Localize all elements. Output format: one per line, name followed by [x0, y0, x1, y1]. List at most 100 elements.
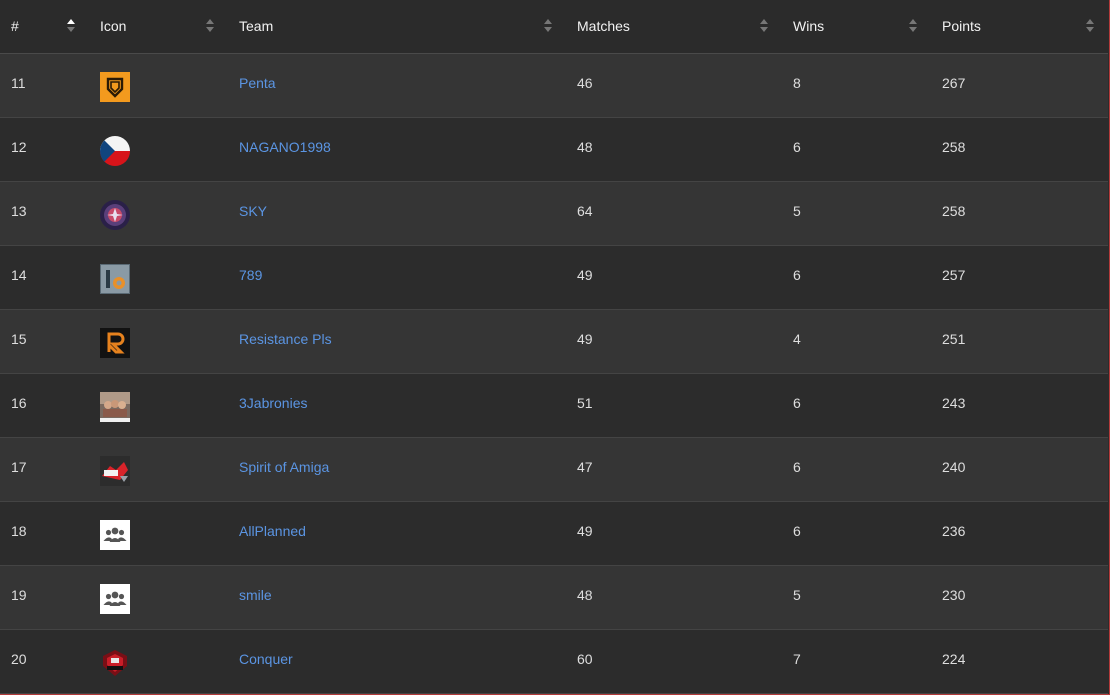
points-cell: 240 — [931, 437, 1108, 502]
team-cell: 789 — [228, 245, 566, 310]
points-cell: 224 — [931, 629, 1108, 694]
table-row: 13 SKY 64 5 258 — [0, 181, 1108, 246]
rank-cell: 17 — [0, 437, 89, 502]
matches-cell: 46 — [566, 53, 782, 118]
wins-cell: 6 — [782, 373, 931, 438]
rank-cell: 13 — [0, 181, 89, 246]
wins-cell: 7 — [782, 629, 931, 694]
table-row: 12 NAGANO1998 48 6 258 — [0, 117, 1108, 182]
column-header-label: # — [11, 18, 19, 35]
rank-cell: 16 — [0, 373, 89, 438]
wins-cell: 5 — [782, 565, 931, 630]
sort-icon[interactable] — [67, 19, 76, 33]
team-group-placeholder-icon — [100, 583, 130, 614]
column-header-label: Matches — [577, 18, 630, 35]
team-link[interactable]: Resistance Pls — [239, 331, 332, 347]
column-header-rank[interactable]: # — [0, 0, 89, 54]
team-link[interactable]: 3Jabronies — [239, 395, 308, 411]
sort-icon[interactable] — [544, 19, 553, 33]
icon-cell — [89, 373, 228, 438]
icon-cell — [89, 181, 228, 246]
column-header-icon[interactable]: Icon — [89, 0, 228, 54]
team-cell: 3Jabronies — [228, 373, 566, 438]
points-cell: 267 — [931, 53, 1108, 118]
team-group-placeholder-icon — [100, 519, 130, 550]
matches-cell: 48 — [566, 117, 782, 182]
column-header-label: Wins — [793, 18, 825, 35]
wins-cell: 6 — [782, 501, 931, 566]
column-header-label: Icon — [100, 18, 127, 35]
wins-cell: 5 — [782, 181, 931, 246]
matches-cell: 49 — [566, 501, 782, 566]
spirit-of-amiga-logo-icon — [100, 455, 130, 486]
points-cell: 258 — [931, 181, 1108, 246]
icon-cell — [89, 53, 228, 118]
matches-cell: 48 — [566, 565, 782, 630]
column-header-points[interactable]: Points — [931, 0, 1108, 54]
conquer-logo-icon — [100, 647, 130, 678]
matches-cell: 51 — [566, 373, 782, 438]
team-link[interactable]: Spirit of Amiga — [239, 459, 329, 475]
icon-cell — [89, 117, 228, 182]
team-cell: AllPlanned — [228, 501, 566, 566]
rank-cell: 20 — [0, 629, 89, 694]
points-cell: 257 — [931, 245, 1108, 310]
penta-logo-icon — [100, 71, 130, 102]
icon-cell — [89, 565, 228, 630]
team-cell: Penta — [228, 53, 566, 118]
table-row: 11 Penta 46 8 267 — [0, 53, 1108, 118]
column-header-wins[interactable]: Wins — [782, 0, 931, 54]
team-link[interactable]: smile — [239, 587, 272, 603]
team-link[interactable]: NAGANO1998 — [239, 139, 331, 155]
matches-cell: 64 — [566, 181, 782, 246]
standings-table: # Icon Team Matches Wins Points 11 Penta… — [0, 0, 1108, 694]
points-cell: 230 — [931, 565, 1108, 630]
team-link[interactable]: Penta — [239, 75, 276, 91]
points-cell: 243 — [931, 373, 1108, 438]
matches-cell: 47 — [566, 437, 782, 502]
icon-cell — [89, 245, 228, 310]
wins-cell: 6 — [782, 437, 931, 502]
column-header-matches[interactable]: Matches — [566, 0, 782, 54]
table-header-row: # Icon Team Matches Wins Points — [0, 0, 1108, 54]
team-link[interactable]: 789 — [239, 267, 262, 283]
sort-icon[interactable] — [1086, 19, 1095, 33]
table-row: 15 Resistance Pls 49 4 251 — [0, 309, 1108, 374]
column-header-label: Points — [942, 18, 981, 35]
table-row: 18 AllPlanned 49 6 236 — [0, 501, 1108, 566]
rank-cell: 11 — [0, 53, 89, 118]
rank-cell: 14 — [0, 245, 89, 310]
column-header-team[interactable]: Team — [228, 0, 566, 54]
table-row: 17 Spirit of Amiga 47 6 240 — [0, 437, 1108, 502]
sort-icon[interactable] — [909, 19, 918, 33]
matches-cell: 49 — [566, 245, 782, 310]
matches-cell: 49 — [566, 309, 782, 374]
team-cell: smile — [228, 565, 566, 630]
points-cell: 251 — [931, 309, 1108, 374]
icon-cell — [89, 437, 228, 502]
wins-cell: 4 — [782, 309, 931, 374]
standings-table-container: # Icon Team Matches Wins Points 11 Penta… — [0, 0, 1110, 695]
team-cell: NAGANO1998 — [228, 117, 566, 182]
sort-icon[interactable] — [206, 19, 215, 33]
rank-cell: 19 — [0, 565, 89, 630]
team-link[interactable]: Conquer — [239, 651, 293, 667]
team-link[interactable]: AllPlanned — [239, 523, 306, 539]
wins-cell: 8 — [782, 53, 931, 118]
resistance-r-logo-icon — [100, 327, 130, 358]
icon-cell — [89, 501, 228, 566]
sort-icon[interactable] — [760, 19, 769, 33]
table-row: 16 3Jabronies 51 6 243 — [0, 373, 1108, 438]
wins-cell: 6 — [782, 245, 931, 310]
matches-cell: 60 — [566, 629, 782, 694]
wins-cell: 6 — [782, 117, 931, 182]
column-header-label: Team — [239, 18, 274, 35]
team-cell: Conquer — [228, 629, 566, 694]
team-cell: SKY — [228, 181, 566, 246]
team-cell: Resistance Pls — [228, 309, 566, 374]
team-cell: Spirit of Amiga — [228, 437, 566, 502]
icon-cell — [89, 629, 228, 694]
table-row: 20 Conquer 60 7 224 — [0, 629, 1108, 694]
team-link[interactable]: SKY — [239, 203, 267, 219]
table-row: 19 smile 48 5 230 — [0, 565, 1108, 630]
